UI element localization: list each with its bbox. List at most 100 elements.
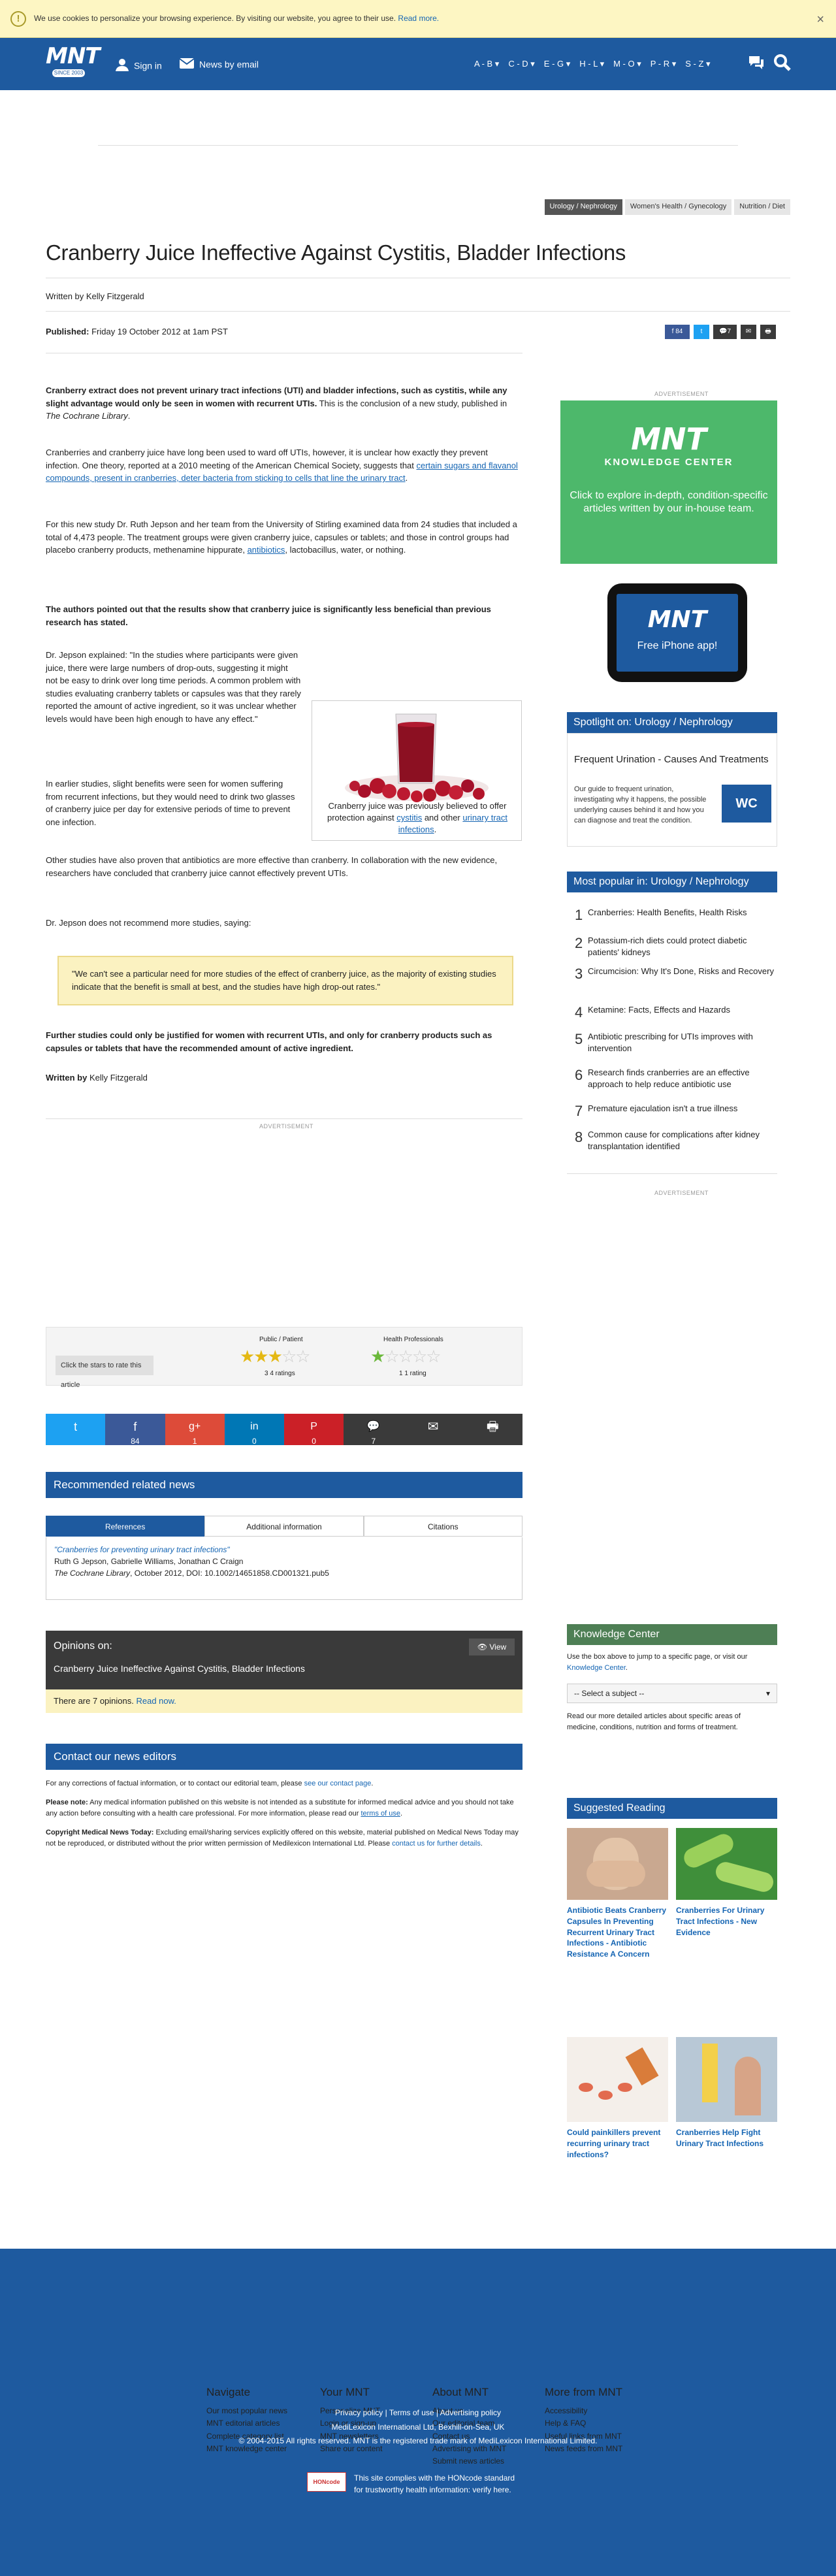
spotlight-image[interactable]: WC (722, 785, 771, 823)
article-paragraph: In earlier studies, slight benefits were… (46, 779, 295, 827)
warning-icon: ! (10, 11, 26, 27)
antibiotics-link[interactable]: antibiotics (248, 545, 285, 555)
az-range-eg[interactable]: E - G ▾ (544, 58, 570, 71)
twitter-share-button[interactable]: t (46, 1414, 106, 1445)
divider (46, 1118, 522, 1119)
footer-legal: Privacy policy | Terms of use | Advertis… (0, 2406, 836, 2449)
tag-nutrition[interactable]: Nutrition / Diet (734, 199, 790, 215)
view-opinions-button[interactable]: 👁 View (469, 1639, 515, 1655)
twitter-icon[interactable]: t (694, 325, 709, 339)
cookie-read-more-link[interactable]: Read more. (398, 14, 439, 23)
honcode-text[interactable]: This site complies with the HONcode stan… (354, 2472, 515, 2496)
category-tags: Urology / Nephrology Women's Health / Gy… (544, 199, 790, 215)
facebook-share-button[interactable]: f 84 (665, 325, 690, 339)
ad-label: ADVERTISEMENT (654, 1190, 709, 1196)
top-share-buttons: f 84 t 💬7 ✉ 🖶 (665, 325, 776, 339)
pinterest-share-button[interactable]: P0 (284, 1414, 344, 1446)
references-panel: "Cranberries for preventing urinary trac… (46, 1537, 522, 1600)
chat-icon[interactable] (747, 54, 765, 75)
contact-page-link[interactable]: see our contact page (304, 1780, 372, 1787)
contact-heading: Contact our news editors (46, 1744, 522, 1770)
article-paragraph: For this new study Dr. Ruth Jepson and h… (46, 519, 517, 555)
opinions-count: There are 7 opinions. Read now. (46, 1689, 522, 1713)
knowledge-center-description: Read our more detailed articles about sp… (567, 1712, 741, 1731)
linkedin-share-button[interactable]: in 0 (224, 1414, 284, 1446)
tab-additional-information[interactable]: Additional information (204, 1516, 364, 1537)
cookie-message: We use cookies to personalize your brows… (34, 14, 440, 23)
figure-caption: Cranberry juice was previously believed … (327, 801, 508, 835)
contact-section: For any corrections of factual informati… (46, 1780, 519, 1848)
knowledge-center-ad[interactable]: MNT KNOWLEDGE CENTER Click to explore in… (560, 400, 777, 564)
quote-box: "We can't see a particular need for more… (57, 956, 513, 1005)
article-key-finding: The authors pointed out that the results… (46, 604, 491, 627)
article-paragraph: Cranberry extract does not prevent urina… (46, 385, 507, 421)
share-bar: t f 84 g+ 1 in 0 P0 💬 7 ✉ 🖶 (46, 1414, 522, 1446)
chevron-down-icon: ▾ (765, 1689, 770, 1698)
sign-in-link[interactable]: Sign in (115, 57, 162, 75)
envelope-icon (179, 57, 195, 73)
knowledge-center-link[interactable]: Knowledge Center (567, 1664, 626, 1672)
opinions-title: Cranberry Juice Ineffective Against Cyst… (54, 1663, 305, 1674)
iphone-app-ad[interactable]: MNT Free iPhone app! (607, 583, 747, 682)
az-range-sz[interactable]: S - Z ▾ (685, 58, 710, 71)
article-title: Cranberry Juice Ineffective Against Cyst… (46, 240, 626, 265)
az-range-mo[interactable]: M - O ▾ (613, 58, 641, 71)
eye-icon: 👁 (477, 1642, 488, 1652)
print-share-button[interactable]: 🖶 (462, 1414, 522, 1445)
close-icon[interactable]: × (816, 10, 824, 29)
terms-of-use-link[interactable]: terms of use (361, 1810, 400, 1818)
az-range-pr[interactable]: P - R ▾ (651, 58, 677, 71)
print-icon[interactable]: 🖶 (760, 325, 776, 339)
honcode-badge[interactable]: HONcode (307, 2472, 346, 2492)
suggested-thumbnail (567, 1828, 668, 1900)
email-icon[interactable]: ✉ (741, 325, 756, 339)
comments-share-button[interactable]: 💬 7 (344, 1414, 404, 1446)
byline: Written by Kelly Fitzgerald (46, 291, 144, 301)
spotlight-title-link[interactable]: Frequent Urination - Causes And Treatmen… (574, 753, 770, 766)
suggested-item[interactable]: Antibiotic Beats Cranberry Capsules In P… (567, 1828, 668, 1965)
tab-citations[interactable]: Citations (363, 1516, 522, 1537)
company-info: MediLexicon International Ltd, Bexhill-o… (331, 2422, 505, 2432)
spotlight-heading: Spotlight on: Urology / Nephrology (567, 712, 777, 733)
az-range-ab[interactable]: A - B ▾ (474, 58, 499, 71)
news-by-email-link[interactable]: News by email (179, 57, 259, 73)
public-rating-stars[interactable]: ★★★☆☆ (240, 1345, 311, 1369)
divider (567, 1173, 777, 1174)
reference-source: The Cochrane Library, October 2012, DOI:… (54, 1569, 329, 1578)
tag-womens-health[interactable]: Women's Health / Gynecology (624, 199, 732, 215)
comments-button[interactable]: 💬7 (713, 325, 737, 339)
knowledge-center-heading: Knowledge Center (567, 1624, 777, 1645)
recommended-heading: Recommended related news (46, 1472, 522, 1498)
suggested-reading-heading: Suggested Reading (567, 1798, 777, 1819)
google-plus-share-button[interactable]: g+ 1 (165, 1414, 225, 1446)
ad-label: ADVERTISEMENT (259, 1123, 314, 1130)
pro-rating-stars[interactable]: ★☆☆☆☆ (370, 1345, 442, 1369)
read-opinions-link[interactable]: Read now. (136, 1696, 176, 1706)
spotlight-description: Our guide to frequent urination, investi… (574, 785, 707, 824)
reference-title-link[interactable]: "Cranberries for preventing urinary trac… (54, 1544, 514, 1556)
tab-references[interactable]: References (46, 1516, 205, 1537)
footer-link[interactable]: Submit news articles (432, 2455, 506, 2468)
policy-links[interactable]: Privacy policy | Terms of use | Advertis… (0, 2406, 836, 2421)
suggested-item[interactable]: Cranberries Help Fight Urinary Tract Inf… (676, 2037, 777, 2168)
suggested-thumbnail (567, 2037, 668, 2122)
cystitis-link[interactable]: cystitis (396, 813, 422, 823)
tag-urology[interactable]: Urology / Nephrology (544, 199, 622, 215)
suggested-item[interactable]: Cranberries For Urinary Tract Infections… (676, 1828, 777, 1965)
ad-divider (98, 145, 738, 146)
mnt-logo[interactable]: MNT SINCE 2003 (46, 43, 100, 82)
article-paragraph: Dr. Jepson does not recommend more studi… (46, 918, 251, 928)
email-share-button[interactable]: ✉ (403, 1414, 463, 1445)
suggested-item[interactable]: Could painkillers prevent recurring urin… (567, 2037, 668, 2168)
article-paragraph: Cranberries and cranberry juice have lon… (46, 448, 518, 483)
contact-details-link[interactable]: contact us for further details (392, 1840, 481, 1848)
az-range-cd[interactable]: C - D ▾ (508, 58, 534, 71)
subject-select[interactable]: -- Select a subject -- ▾ (567, 1684, 777, 1703)
az-index-nav: A - B ▾ C - D ▾ E - G ▾ H - L ▾ M - O ▾ … (474, 58, 711, 71)
az-range-hl[interactable]: H - L ▾ (579, 58, 604, 71)
article-paragraph: Dr. Jepson explained: "In the studies wh… (46, 650, 301, 724)
published-date: Published: Friday 19 October 2012 at 1am… (46, 327, 228, 336)
facebook-share-button[interactable]: f 84 (105, 1414, 165, 1446)
search-icon[interactable] (773, 54, 792, 75)
cookie-banner: ! We use cookies to personalize your bro… (0, 0, 836, 38)
